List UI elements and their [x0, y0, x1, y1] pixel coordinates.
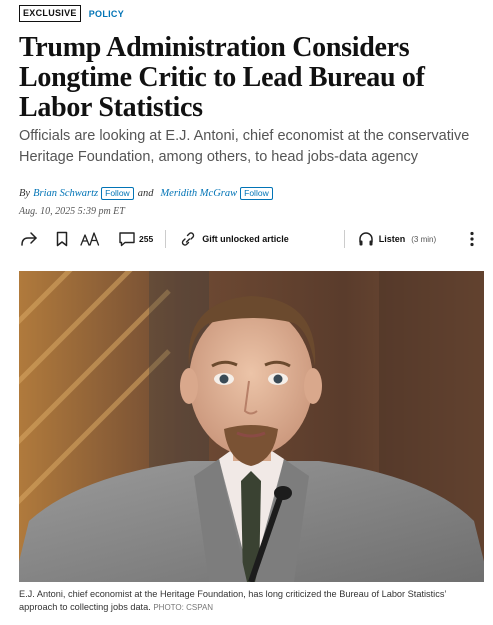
article-photo	[19, 271, 484, 582]
headphones-icon	[358, 232, 373, 246]
byline-prefix: By	[19, 188, 31, 199]
share-icon[interactable]	[19, 226, 39, 252]
exclusive-tag: EXCLUSIVE	[19, 5, 81, 22]
author-link-2[interactable]: Meridith McGraw	[160, 188, 237, 199]
toolbar-divider	[343, 230, 345, 248]
article-tags: EXCLUSIVE POLICY	[19, 5, 124, 22]
text-size-icon[interactable]	[80, 226, 100, 252]
byline-conjunction: and	[137, 188, 154, 199]
gift-article-button[interactable]: Gift unlocked article	[179, 226, 289, 252]
listen-label: Listen	[378, 234, 406, 244]
more-icon[interactable]	[465, 226, 479, 252]
toolbar-divider	[165, 230, 167, 248]
section-tag-policy[interactable]: POLICY	[89, 9, 124, 19]
follow-button-2[interactable]: Follow	[240, 187, 273, 200]
listen-duration: (3 min)	[411, 234, 437, 244]
photo-caption: E.J. Antoni, chief economist at the Heri…	[19, 588, 484, 614]
comment-count[interactable]: 255	[139, 234, 153, 244]
gift-icon	[182, 232, 195, 246]
article-toolbar: 255 Gift unlocked article Listen (3 min)	[19, 226, 479, 252]
bookmark-icon[interactable]	[54, 226, 70, 252]
listen-button[interactable]: Listen (3 min)	[358, 226, 436, 252]
caption-text: E.J. Antoni, chief economist at the Heri…	[19, 589, 447, 612]
follow-button-1[interactable]: Follow	[101, 187, 134, 200]
comment-icon[interactable]: 255	[118, 226, 153, 252]
gift-article-label: Gift unlocked article	[202, 234, 289, 244]
byline: By Brian Schwartz Follow and Meridith Mc…	[19, 187, 273, 200]
article-headline: Trump Administration Considers Longtime …	[19, 32, 425, 123]
publish-date: Aug. 10, 2025 5:39 pm ET	[19, 206, 125, 217]
photo-credit: PHOTO: CSPAN	[153, 603, 214, 612]
article-dek: Officials are looking at E.J. Antoni, ch…	[19, 128, 470, 165]
author-link-1[interactable]: Brian Schwartz	[33, 188, 98, 199]
